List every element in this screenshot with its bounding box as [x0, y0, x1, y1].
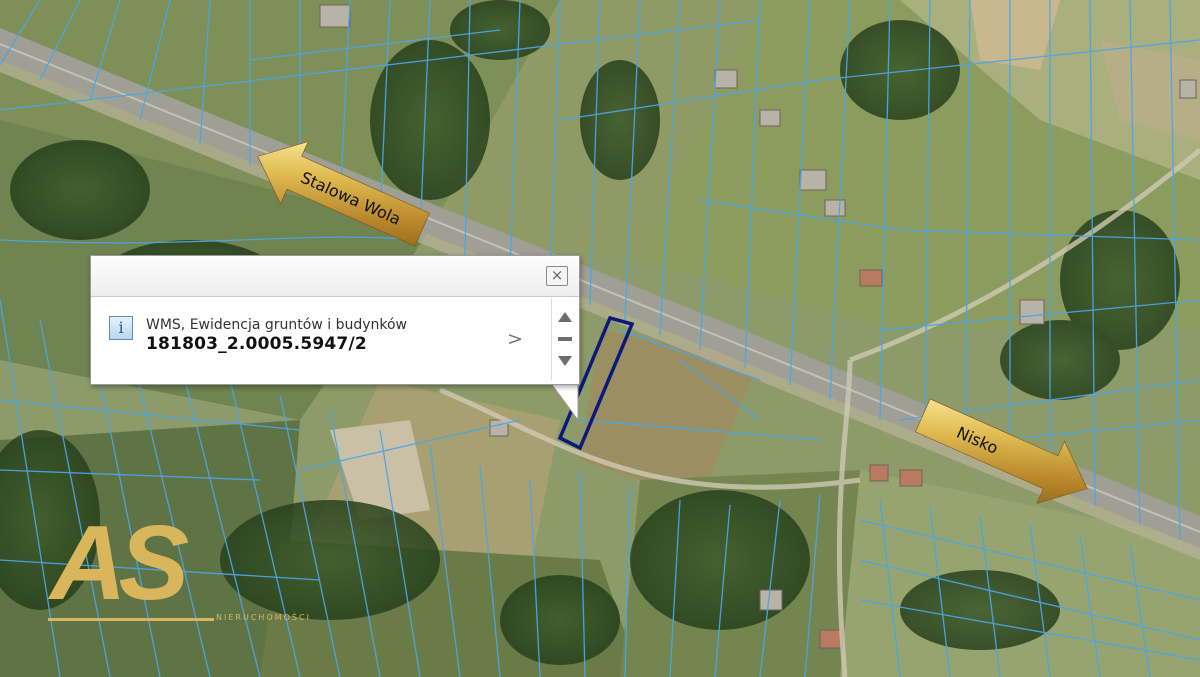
next-result-chevron-icon[interactable]: > — [507, 328, 523, 350]
close-button[interactable]: × — [546, 266, 568, 286]
layer-name: WMS, Ewidencja gruntów i budynków — [146, 317, 407, 333]
info-icon: i — [109, 316, 133, 340]
scroll-up-icon[interactable] — [556, 310, 574, 324]
parcel-id: 181803_2.0005.5947/2 — [146, 334, 367, 354]
logo-text: AS — [50, 504, 189, 622]
logo-underline — [48, 618, 214, 621]
feature-info-popup: × i WMS, Ewidencja gruntów i budynków 18… — [90, 255, 580, 385]
scroll-down-icon[interactable] — [556, 354, 574, 368]
popup-nav — [551, 298, 578, 380]
popup-header: × — [91, 256, 579, 297]
agency-logo: AS NIERUCHOMOŚCI — [48, 510, 328, 630]
logo-subtitle: NIERUCHOMOŚCI — [216, 613, 311, 622]
popup-tail — [549, 382, 579, 422]
minimize-icon[interactable] — [556, 334, 574, 344]
